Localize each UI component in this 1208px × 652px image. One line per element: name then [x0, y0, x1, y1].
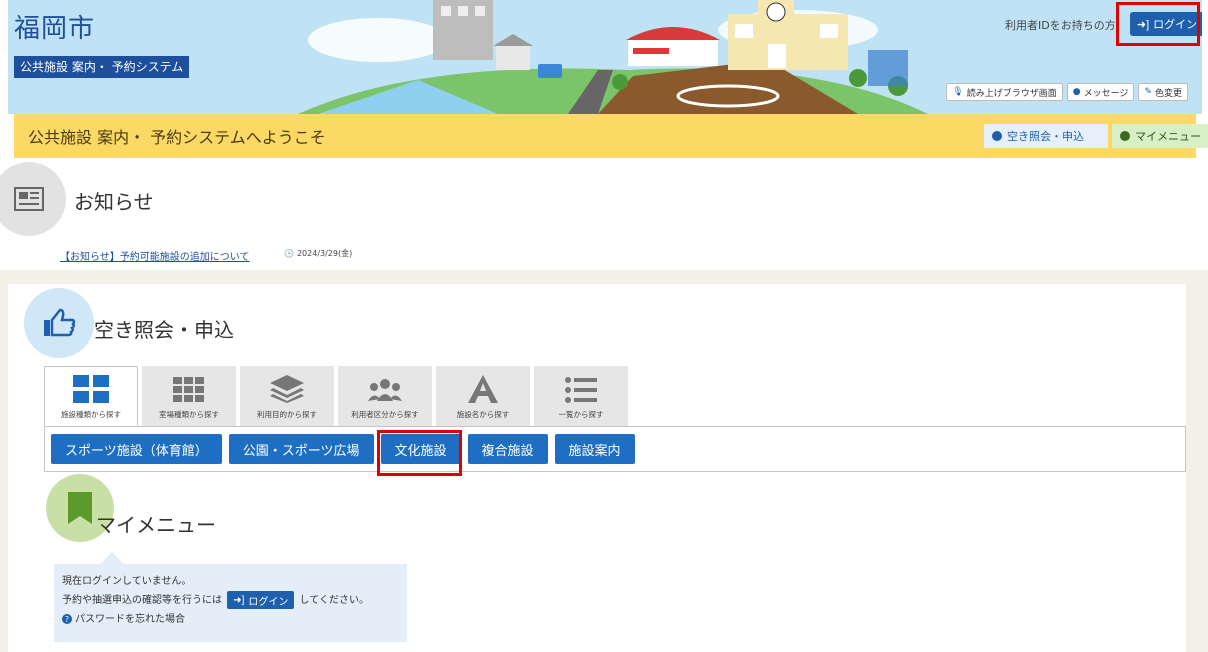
- question-circle-icon: ?: [62, 614, 72, 624]
- news-section: お知らせ 【お知らせ】予約可能施設の追加について 🕓 2024/3/29(金): [0, 158, 1208, 263]
- category-complex-button[interactable]: 複合施設: [467, 434, 548, 464]
- color-change-label: 色変更: [1154, 88, 1182, 99]
- main-content: 空き照会・申込 施設種類から探す 室場種類から探す 利用目的から探す 利用者区分…: [8, 284, 1186, 652]
- message-label: メッセージ: [1083, 88, 1129, 99]
- cityscape-illustration: [298, 0, 928, 114]
- tab-label: 一覧から探す: [558, 410, 604, 419]
- mymenu-box: 現在ログインしていません。 予約や抽選申込の確認等を行うには ➜] ログイン し…: [54, 564, 407, 642]
- tab-facility-name[interactable]: 施設名から探す: [436, 366, 530, 426]
- tab-room-type[interactable]: 室場種類から探す: [142, 366, 236, 426]
- login-prompt: 予約や抽選申込の確認等を行うには ➜] ログイン してください。: [62, 591, 399, 610]
- read-aloud-button[interactable]: 🎙 読み上げブラウザ画面: [946, 83, 1063, 101]
- forgot-password-link[interactable]: ? パスワードを忘れた場合: [62, 610, 399, 629]
- tab-facility-type[interactable]: 施設種類から探す: [44, 366, 138, 426]
- category-culture-button[interactable]: 文化施設: [380, 434, 461, 464]
- tab-label: 施設種類から探す: [61, 410, 121, 419]
- news-date-text: 2024/3/29(金): [296, 249, 353, 258]
- list-icon: [565, 377, 597, 403]
- mymenu-nav-label: マイメニュー: [1135, 131, 1201, 143]
- header-login-label: ログイン: [1153, 19, 1198, 31]
- read-aloud-label: 読み上げブラウザ画面: [966, 88, 1057, 99]
- tab-label: 利用者区分から探す: [351, 410, 419, 419]
- search-tabs: 施設種類から探す 室場種類から探す 利用目的から探す 利用者区分から探す 施設名…: [44, 366, 628, 426]
- forgot-password-label: パスワードを忘れた場合: [75, 614, 185, 625]
- brush-icon: ✎: [1144, 87, 1152, 97]
- microphone-icon: 🎙: [952, 87, 964, 97]
- speech-bubble-icon: ●: [1072, 87, 1081, 97]
- message-button[interactable]: ● メッセージ: [1066, 83, 1135, 101]
- mymenu-login-label: ログイン: [248, 596, 289, 608]
- login-icon: ➜]: [1136, 18, 1150, 31]
- category-sports-gym-button[interactable]: スポーツ施設（体育館）: [51, 434, 222, 464]
- welcome-title: 公共施設 案内・ 予約システムへようこそ: [28, 128, 326, 147]
- category-park-sports-button[interactable]: 公園・スポーツ広場: [228, 434, 374, 464]
- availability-nav-button[interactable]: 空き照会・申込: [984, 124, 1108, 148]
- welcome-bar: 公共施設 案内・ 予約システムへようこそ 空き照会・申込 マイメニュー: [14, 114, 1208, 158]
- mymenu-pointer: [100, 552, 124, 564]
- newspaper-icon: [0, 162, 66, 236]
- color-change-button[interactable]: ✎ 色変更: [1138, 83, 1188, 101]
- users-icon: [368, 379, 402, 401]
- tab-label: 施設名から探す: [456, 410, 510, 419]
- news-section-title: お知らせ: [74, 190, 154, 214]
- system-name-badge: 公共施設 案内・ 予約システム: [14, 56, 190, 78]
- header-banner: 福岡市 公共施設 案内・ 予約システム 利用者IDをお持ちの方 ➜] ログイン …: [8, 0, 1202, 114]
- login-prompt-after: してください。: [299, 595, 369, 606]
- clock-icon: 🕓: [284, 249, 294, 258]
- tab-label: 室場種類から探す: [159, 410, 219, 419]
- news-item-date: 🕓 2024/3/29(金): [284, 248, 352, 259]
- login-icon: ➜]: [233, 594, 245, 606]
- arrow-down-circle-icon: [1120, 131, 1130, 141]
- layers-icon: [270, 375, 304, 403]
- news-item-link[interactable]: 【お知らせ】予約可能施設の追加について: [60, 248, 250, 263]
- login-note: 利用者IDをお持ちの方: [1005, 19, 1116, 32]
- mymenu-section-title: マイメニュー: [96, 513, 216, 537]
- pointing-hand-icon: [24, 288, 94, 358]
- mymenu-nav-button[interactable]: マイメニュー: [1112, 124, 1208, 148]
- not-logged-in-text: 現在ログインしていません。: [62, 576, 192, 587]
- mymenu-login-button[interactable]: ➜] ログイン: [227, 591, 295, 609]
- tab-purpose[interactable]: 利用目的から探す: [240, 366, 334, 426]
- header-login-button[interactable]: ➜] ログイン: [1130, 12, 1202, 36]
- bottom-panel: 空き照会・申込 施設種類から探す 室場種類から探す 利用目的から探す 利用者区分…: [0, 270, 1208, 652]
- utility-bar: 🎙 読み上げブラウザ画面 ● メッセージ ✎ 色変更: [946, 83, 1188, 101]
- availability-section-title: 空き照会・申込: [94, 318, 234, 342]
- tab-list[interactable]: 一覧から探す: [534, 366, 628, 426]
- tab-label: 利用目的から探す: [257, 410, 317, 419]
- grid-icon: [73, 375, 109, 403]
- arrow-down-circle-icon: [992, 131, 1002, 141]
- letter-a-icon: [468, 375, 498, 403]
- login-prompt-before: 予約や抽選申込の確認等を行うには: [62, 595, 222, 606]
- availability-nav-label: 空き照会・申込: [1007, 131, 1084, 143]
- grid-small-icon: [173, 377, 204, 402]
- category-guide-button[interactable]: 施設案内: [554, 434, 635, 464]
- top-panel: 福岡市 公共施設 案内・ 予約システム 利用者IDをお持ちの方 ➜] ログイン …: [0, 0, 1208, 263]
- city-logo[interactable]: 福岡市: [14, 8, 95, 45]
- tab-user-category[interactable]: 利用者区分から探す: [338, 366, 432, 426]
- category-panel: スポーツ施設（体育館） 公園・スポーツ広場 文化施設 複合施設 施設案内: [44, 426, 1186, 472]
